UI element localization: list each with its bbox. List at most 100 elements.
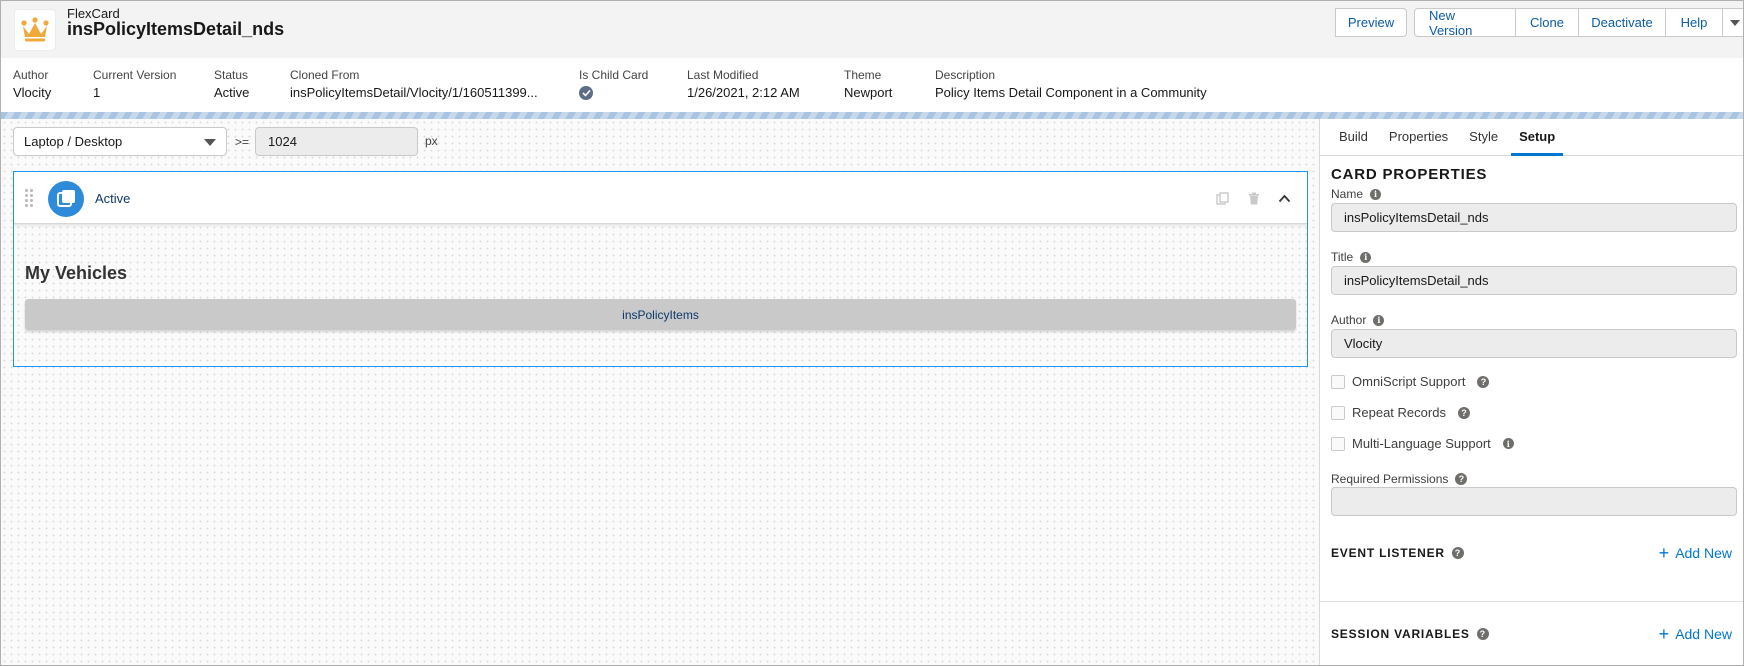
highlight-cloned-from: Cloned From insPolicyItemsDetail/Vlocity… <box>290 68 538 100</box>
help-icon[interactable]: ? <box>1455 473 1468 485</box>
add-session-variable-button[interactable]: + Add New <box>1658 624 1732 644</box>
author-label-text: Author <box>1331 313 1367 327</box>
info-icon[interactable]: i <box>1502 438 1514 449</box>
add-new-label: Add New <box>1675 626 1732 642</box>
trash-icon[interactable] <box>1245 190 1262 207</box>
tab-style[interactable]: Style <box>1461 119 1506 156</box>
child-card-block[interactable]: insPolicyItems <box>25 299 1296 330</box>
preview-button[interactable]: Preview <box>1335 8 1407 37</box>
breakpoint-width-input[interactable]: 1024 <box>255 127 418 156</box>
highlight-author: Author Vlocity <box>13 68 51 100</box>
highlight-label: Last Modified <box>687 68 759 82</box>
plus-icon: + <box>1658 624 1670 644</box>
card-state-frame[interactable]: Active My Vehicles insPolicyItems <box>13 171 1308 367</box>
permissions-input[interactable] <box>1331 487 1737 516</box>
session-variables-title: SESSION VARIABLES ? <box>1331 627 1489 641</box>
highlight-label: Cloned From <box>290 68 360 82</box>
add-new-label: Add New <box>1675 545 1732 561</box>
device-select-value: Laptop / Desktop <box>24 134 123 149</box>
help-icon[interactable]: ? <box>1477 375 1490 388</box>
page-header: FlexCard insPolicyItemsDetail_nds Previe… <box>1 1 1743 58</box>
action-button-group: New Version Clone Deactivate Help <box>1414 8 1743 38</box>
name-label-text: Name <box>1331 187 1364 201</box>
checkbox-label: Repeat Records <box>1352 405 1446 420</box>
repeat-records-row: Repeat Records ? <box>1331 405 1470 420</box>
chevron-down-icon <box>1730 19 1740 26</box>
author-input[interactable]: Vlocity <box>1331 329 1737 358</box>
multi-language-row: Multi-Language Support i <box>1331 436 1514 451</box>
name-input[interactable]: insPolicyItemsDetail_nds <box>1331 203 1737 232</box>
info-icon[interactable]: i <box>1370 188 1382 200</box>
chevron-up-icon[interactable] <box>1276 190 1293 207</box>
flexcard-designer: FlexCard insPolicyItemsDetail_nds Previe… <box>0 0 1744 666</box>
tab-properties[interactable]: Properties <box>1381 119 1456 156</box>
tab-setup[interactable]: Setup <box>1511 119 1564 156</box>
highlight-status: Status Active <box>214 68 249 100</box>
omniscript-support-checkbox[interactable] <box>1331 374 1345 389</box>
highlight-description: Description Policy Items Detail Componen… <box>935 68 1207 100</box>
state-actions <box>1214 190 1293 207</box>
omniscript-support-row: OmniScript Support ? <box>1331 374 1490 389</box>
state-header[interactable]: Active <box>14 172 1307 224</box>
name-field-label: Name i <box>1331 187 1382 201</box>
highlight-label: Theme <box>844 68 882 82</box>
preview-group: Preview <box>1335 8 1407 37</box>
highlight-value: Active <box>214 85 250 100</box>
highlight-current-version: Current Version 1 <box>93 68 176 100</box>
multi-language-checkbox[interactable] <box>1331 436 1345 451</box>
repeat-records-checkbox[interactable] <box>1331 405 1345 420</box>
title-field-label: Title i <box>1331 250 1372 264</box>
checkbox-label: OmniScript Support <box>1352 374 1466 389</box>
title-label-text: Title <box>1331 250 1354 264</box>
highlight-value: 1/26/2021, 2:12 AM <box>687 85 800 100</box>
tab-build[interactable]: Build <box>1331 119 1376 156</box>
device-select[interactable]: Laptop / Desktop <box>13 127 227 156</box>
add-event-listener-button[interactable]: + Add New <box>1658 543 1732 563</box>
help-icon[interactable]: ? <box>1476 628 1489 640</box>
deactivate-button[interactable]: Deactivate <box>1578 8 1666 37</box>
more-actions-button[interactable] <box>1722 8 1743 37</box>
highlight-value: Vlocity <box>13 85 52 100</box>
info-icon[interactable]: i <box>1360 251 1372 263</box>
caret-down-icon <box>204 139 216 146</box>
section-divider <box>1320 601 1743 602</box>
highlight-value: 1 <box>93 85 101 100</box>
event-listener-label: EVENT LISTENER <box>1331 546 1445 560</box>
section-title: CARD PROPERTIES <box>1331 166 1488 183</box>
help-icon[interactable]: ? <box>1451 547 1464 559</box>
title-input[interactable]: insPolicyItemsDetail_nds <box>1331 266 1737 295</box>
panel-tabs: Build Properties Style Setup <box>1320 119 1743 156</box>
help-icon[interactable]: ? <box>1457 406 1470 419</box>
event-listener-title: EVENT LISTENER ? <box>1331 546 1464 560</box>
unit-label: px <box>425 134 438 148</box>
crown-icon <box>14 9 56 51</box>
page-title: insPolicyItemsDetail_nds <box>67 19 285 39</box>
highlight-label: Author <box>13 68 49 82</box>
highlight-label: Current Version <box>93 68 177 82</box>
highlight-label: Is Child Card <box>579 68 649 82</box>
highlight-label: Description <box>935 68 996 82</box>
checkbox-label: Multi-Language Support <box>1352 436 1491 451</box>
highlights-panel: Author Vlocity Current Version 1 Status … <box>1 58 1743 112</box>
session-variables-label: SESSION VARIABLES <box>1331 627 1470 641</box>
help-button[interactable]: Help <box>1665 8 1723 37</box>
highlight-value: insPolicyItemsDetail/Vlocity/1/160511399… <box>290 85 538 100</box>
drag-handle-icon[interactable] <box>25 189 33 207</box>
permissions-label-text: Required Permissions <box>1331 472 1449 486</box>
info-icon[interactable]: i <box>1373 314 1385 326</box>
card-heading: My Vehicles <box>25 263 128 283</box>
design-canvas: Laptop / Desktop >= 1024 px Active My Ve… <box>1 119 1319 665</box>
highlight-last-modified: Last Modified 1/26/2021, 2:12 AM <box>687 68 800 100</box>
decorative-band <box>1 112 1743 119</box>
state-icon <box>48 181 84 217</box>
state-label: Active <box>95 191 131 206</box>
new-version-button[interactable]: New Version <box>1414 8 1516 38</box>
highlight-is-child-card: Is Child Card <box>579 68 648 100</box>
plus-icon: + <box>1658 543 1670 563</box>
copy-icon[interactable] <box>1214 190 1231 207</box>
clone-button[interactable]: Clone <box>1515 8 1579 37</box>
author-field-label: Author i <box>1331 313 1385 327</box>
highlight-label: Status <box>214 68 249 82</box>
breakpoint-operator: >= <box>235 135 250 149</box>
highlight-value: Newport <box>844 85 893 100</box>
